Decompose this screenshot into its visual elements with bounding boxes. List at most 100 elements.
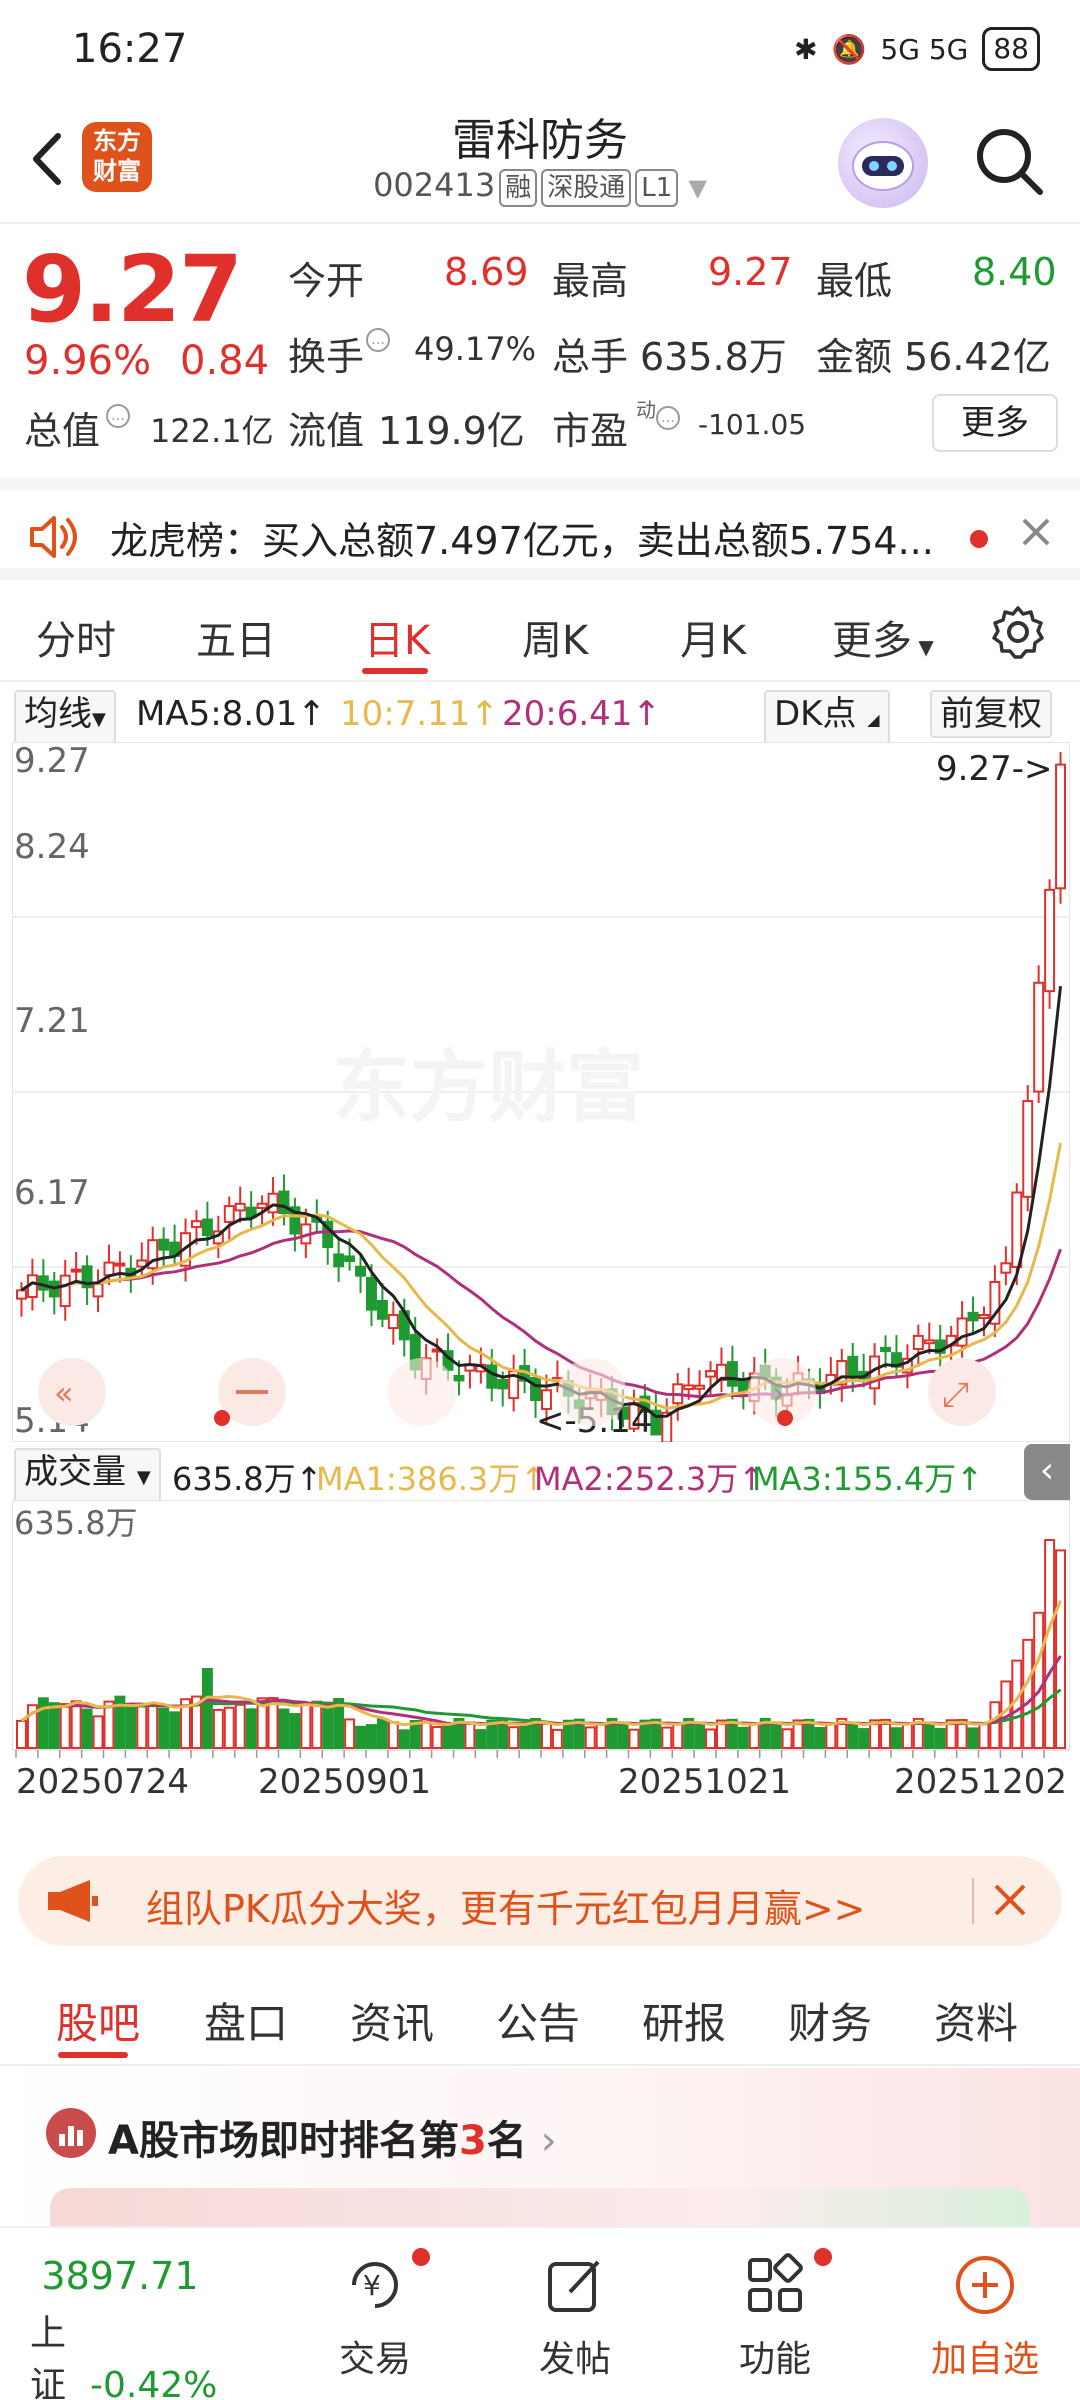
active-tab-indicator bbox=[58, 2052, 128, 2058]
nav-post[interactable]: 发帖 bbox=[500, 2228, 650, 2382]
double-left-icon: « bbox=[54, 1374, 74, 1412]
ranking-text: A股市场即时排名第3名 › bbox=[108, 2108, 557, 2166]
ma-selector[interactable]: 均线▼ bbox=[14, 690, 116, 744]
pe-sup: 动 bbox=[636, 398, 656, 422]
assistant-avatar[interactable] bbox=[838, 118, 928, 208]
zoom-in-button[interactable] bbox=[388, 1358, 456, 1426]
candle bbox=[376, 1300, 388, 1320]
chevron-right-icon: › bbox=[540, 2118, 557, 2164]
info-icon[interactable]: … bbox=[366, 328, 390, 352]
amount-value: 56.42亿 bbox=[904, 335, 1051, 379]
indicator-selector[interactable]: 成交量 ▼ bbox=[14, 1448, 161, 1502]
nav-functions[interactable]: 功能 bbox=[700, 2228, 850, 2382]
watermark: 东方财富 bbox=[332, 1043, 644, 1133]
volume-value: 635.8万 bbox=[640, 335, 787, 379]
volume-bar bbox=[92, 1715, 104, 1750]
high-label: 最高 bbox=[552, 259, 629, 303]
volume-bar bbox=[989, 1701, 1001, 1750]
candle bbox=[256, 1202, 268, 1209]
volume-max-label: 635.8万 bbox=[14, 1504, 138, 1542]
candle bbox=[92, 1283, 104, 1298]
tab-monthly-k[interactable]: 月K bbox=[680, 608, 746, 666]
ranking-card[interactable]: A股市场即时排名第3名 › bbox=[0, 2068, 1080, 2228]
volume-bar bbox=[464, 1721, 476, 1749]
volume-ma1: MA1:386.3万↑ bbox=[316, 1460, 548, 1498]
volume-bar bbox=[541, 1721, 552, 1749]
expand-icon: ⤢ bbox=[942, 1375, 969, 1415]
unread-dot bbox=[970, 530, 988, 548]
volume-bar bbox=[355, 1725, 366, 1750]
volume-bar bbox=[694, 1721, 706, 1750]
search-button[interactable] bbox=[970, 122, 1050, 202]
volume-bar bbox=[158, 1707, 170, 1749]
info-icon[interactable]: … bbox=[106, 404, 130, 428]
promo-banner[interactable]: 组队PK瓜分大奖，更有千元红包月月赢>> bbox=[18, 1856, 1062, 1946]
volume-current: 635.8万↑ bbox=[172, 1460, 323, 1498]
more-button[interactable]: 更多 bbox=[932, 394, 1058, 452]
volume-svg: 635.8万 bbox=[11, 1499, 1071, 1758]
volume-bar bbox=[672, 1723, 684, 1749]
tab-news[interactable]: 资讯 bbox=[350, 1990, 434, 2051]
candle bbox=[234, 1202, 246, 1212]
tab-pankou[interactable]: 盘口 bbox=[204, 1990, 288, 2051]
notice-bar[interactable]: 龙虎榜：买入总额7.497亿元，卖出总额5.754... bbox=[0, 478, 1080, 580]
volume-bar bbox=[37, 1697, 49, 1749]
volume-bar bbox=[737, 1726, 749, 1750]
kline-chart[interactable]: 东方财富 9.27 8.24 7.21 6.17 5.14 9.27-> <-5… bbox=[11, 741, 1071, 1444]
dropdown-icon: ▼ bbox=[912, 635, 934, 659]
index-ticker[interactable]: 3897.71 上证 -0.42% bbox=[30, 2254, 217, 2400]
y-tick-label: 7.21 bbox=[14, 1001, 90, 1041]
y-tick-label: 6.17 bbox=[14, 1173, 90, 1213]
tab-five-day[interactable]: 五日 bbox=[196, 608, 276, 666]
tab-weekly-k[interactable]: 周K bbox=[522, 608, 588, 666]
ma20-label: 20:6.41↑ bbox=[502, 694, 661, 734]
candle bbox=[114, 1262, 126, 1267]
stock-header: 东方 财富 雷科防务 002413 融深股通 L1 ▼ bbox=[0, 100, 1080, 224]
volume-bar bbox=[628, 1728, 640, 1749]
edit-icon bbox=[540, 2250, 610, 2320]
low-label: 最低 bbox=[816, 259, 893, 303]
tab-profile[interactable]: 资料 bbox=[934, 1990, 1018, 2051]
info-icon[interactable]: … bbox=[656, 406, 680, 430]
indicator-label: 成交量 bbox=[24, 1452, 126, 1492]
dk-point-label: DK点 bbox=[774, 694, 857, 734]
divider bbox=[972, 1878, 974, 1924]
volume-bar bbox=[595, 1723, 607, 1750]
volume-chart[interactable]: 635.8万 bbox=[11, 1499, 1071, 1760]
ma-legend-row: 均线▼ MA5:8.01↑ 10:7.11↑ 20:6.41↑ DK点 ◢ 前复… bbox=[0, 686, 1080, 744]
close-promo-button[interactable] bbox=[990, 1880, 1030, 1924]
volume-bar bbox=[431, 1725, 443, 1749]
nav-add-watchlist[interactable]: 加自选 bbox=[910, 2228, 1060, 2382]
dk-point-toggle[interactable]: DK点 ◢ bbox=[764, 690, 890, 744]
tab-guba[interactable]: 股吧 bbox=[56, 1990, 140, 2051]
nav-trade[interactable]: ¥ 交易 bbox=[300, 2228, 450, 2382]
candle bbox=[726, 1361, 738, 1387]
tab-finance[interactable]: 财务 bbox=[788, 1990, 872, 2051]
volume-bar bbox=[344, 1718, 356, 1749]
tab-daily-k[interactable]: 日K bbox=[364, 608, 430, 666]
tab-more[interactable]: 更多 ▼ bbox=[832, 608, 934, 666]
tab-research[interactable]: 研报 bbox=[642, 1990, 726, 2051]
tab-intraday[interactable]: 分时 bbox=[36, 608, 116, 666]
collapse-panel-button[interactable]: ‹ bbox=[1024, 1444, 1070, 1500]
chart-settings-button[interactable] bbox=[990, 604, 1046, 664]
volume-bar bbox=[705, 1728, 716, 1750]
candle bbox=[223, 1205, 235, 1223]
bottom-nav: 3897.71 上证 -0.42% ¥ 交易 发帖 功能 加自选 bbox=[0, 2226, 1080, 2400]
volume-bar bbox=[825, 1723, 837, 1750]
volume-bar bbox=[934, 1727, 946, 1750]
badge-dot bbox=[412, 2248, 430, 2266]
candle bbox=[847, 1355, 859, 1377]
tab-announcements[interactable]: 公告 bbox=[496, 1990, 580, 2051]
volume-bar bbox=[103, 1700, 115, 1749]
adjust-selector[interactable]: 前复权 bbox=[930, 690, 1052, 738]
candle bbox=[453, 1374, 465, 1382]
close-notice-button[interactable] bbox=[1018, 514, 1054, 554]
open-value: 8.69 bbox=[444, 250, 529, 294]
high-value: 9.27 bbox=[708, 250, 793, 294]
volume-bar bbox=[376, 1718, 388, 1749]
candle bbox=[191, 1220, 202, 1229]
candle bbox=[486, 1364, 498, 1389]
close-icon bbox=[994, 1884, 1026, 1916]
scroll-prev-button[interactable] bbox=[558, 1358, 626, 1426]
